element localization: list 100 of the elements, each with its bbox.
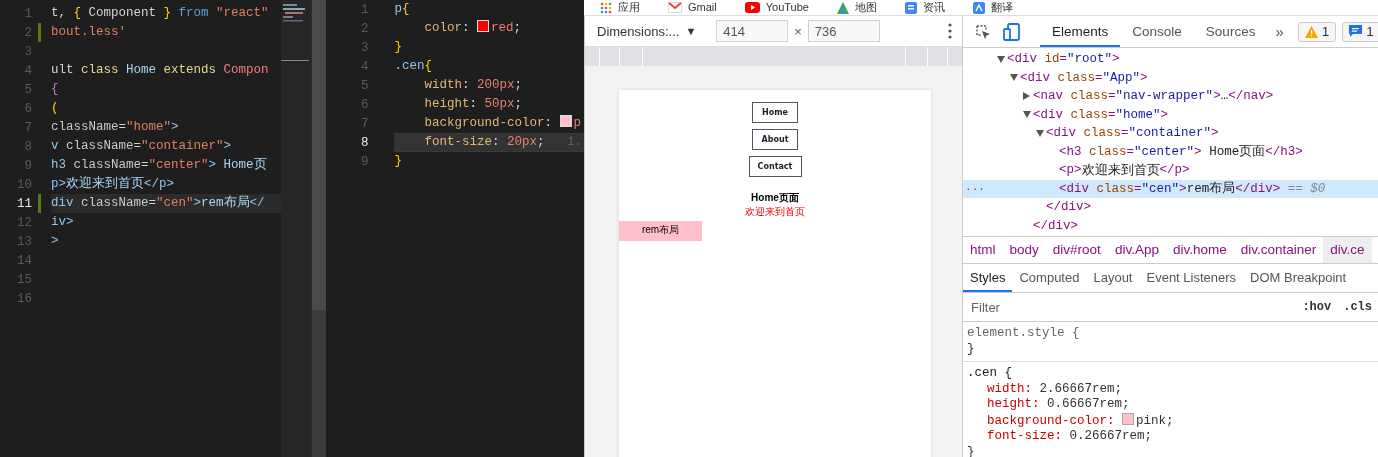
line-number: 9 [23,158,32,173]
styles-tab[interactable]: Computed [1012,264,1087,292]
breadcrumb[interactable]: html [963,237,1003,263]
code-line: t, { Component } from "react" [51,5,270,22]
message-icon [1349,25,1363,38]
inspect-icon[interactable] [975,23,992,40]
bookmark-label: 翻译 [990,1,1013,14]
panel-tab[interactable]: Console [1120,16,1194,47]
line-number: 5 [23,82,32,97]
dom-node-row[interactable]: <div class="container"> [963,124,1378,143]
line-number: 3 [23,44,32,59]
code-line: > [51,233,60,250]
nav-link[interactable]: Home [752,102,798,123]
breadcrumb[interactable]: div.App [1107,237,1166,263]
breadcrumb[interactable]: div.ce [1323,237,1372,263]
bookmark-label: Gmail [688,1,717,14]
dom-node-row[interactable]: <div class="home"> [963,105,1378,124]
line-number: 3 [359,40,369,55]
code-line: } [394,153,403,170]
dom-node-row[interactable]: <nav class="nav-wrapper">…</nav> [963,87,1378,106]
line-number: 2 [23,25,32,40]
bookmark[interactable]: Gmail [668,1,717,14]
styles-tab[interactable]: Event Listeners [1139,264,1244,292]
toggle-button[interactable]: .cls [1343,300,1372,314]
more-options-icon[interactable] [948,23,953,39]
bookmark[interactable]: 资讯 [904,1,945,14]
warning-badge[interactable]: 1 [1297,21,1337,42]
dom-node-row[interactable]: ··· <div class="cen">rem布局</div> == $0 [963,179,1378,198]
code-line: background-color: p [423,114,583,132]
dom-node-row[interactable]: <div class="App"> [963,68,1378,87]
device-preset-dropdown[interactable]: Dimensions:... [597,23,680,39]
device-toggle-icon[interactable] [1003,22,1021,41]
dom-node-row[interactable]: <p>欢迎来到首页</p> [963,161,1378,180]
dropdown-caret[interactable]: ▼ [685,25,697,37]
map-icon [836,1,849,14]
dom-node-row[interactable]: <h3 class="center"> Home页面</h3> [963,142,1378,161]
css-selector: element.style { [967,326,1081,342]
panel-tab[interactable]: Sources [1193,16,1268,47]
line-number: 5 [359,78,369,93]
collapse-triangle-icon[interactable] [1023,111,1032,119]
bookmark-label: 应用 [618,1,640,14]
times-sign: × [794,23,802,39]
code-line: bout.less' [51,24,127,41]
toggle-button[interactable]: :hov [1302,300,1332,314]
line-number: 13 [16,234,32,249]
width-field[interactable]: 414 [716,20,789,42]
expand-triangle-icon[interactable] [1023,92,1031,101]
code-line: p{ [394,1,411,18]
more-tabs-button[interactable]: » [1267,23,1292,40]
line-number: 1 [359,2,369,17]
styles-tab[interactable]: Layout [1086,264,1140,292]
bookmark[interactable]: YouTube [744,1,809,14]
styles-tab[interactable]: DOM Breakpoint [1243,264,1354,292]
breadcrumb[interactable]: div.home [1165,237,1234,263]
code-line: h3 className="center"> Home页 [51,157,268,174]
css-declaration[interactable]: font-size: 0.26667rem; [967,429,1374,445]
nav-link[interactable]: Contact [748,156,802,177]
bookmark[interactable]: 应用 [600,1,640,14]
closing-brace: } [967,444,976,457]
panel-tab[interactable]: Elements [1040,16,1121,47]
line-number: 4 [359,59,369,74]
apps-grid-icon [600,1,612,14]
dom-node-row[interactable]: </div> [963,198,1378,217]
code-line: p>欢迎来到首页</p> [51,175,176,193]
css-selector: .cen { [967,366,1014,382]
code-line: .cen{ [394,58,433,75]
breadcrumb[interactable]: div.container [1233,237,1324,263]
line-number: 15 [16,272,32,287]
css-declaration[interactable]: height: 0.66667rem; [967,397,1374,413]
code-line: { [51,81,60,98]
line-number: 2 [359,21,369,36]
dom-node-row[interactable]: <div id="root"> [963,50,1378,69]
line-number: 7 [23,120,32,135]
line-number: 16 [16,291,32,306]
nav-link[interactable]: About [752,129,798,150]
message-badge[interactable]: 1 [1342,21,1378,42]
warning-icon [1304,25,1318,38]
dom-node-row[interactable]: </div> [963,216,1378,235]
bookmark[interactable]: 翻译 [972,1,1013,14]
breadcrumb[interactable]: div#root [1045,237,1108,263]
bookmark[interactable]: 地图 [836,1,877,14]
code-line: className="home"> [51,119,180,136]
collapse-triangle-icon[interactable] [1036,129,1045,137]
code-line: } [394,39,403,56]
code-line: ult class Home extends Compon [51,62,270,79]
collapse-triangle-icon[interactable] [997,55,1006,63]
line-number: 6 [23,101,32,116]
bookmark-label: 资讯 [922,1,945,14]
height-field[interactable]: 736 [807,20,880,42]
line-number: 7 [359,116,369,131]
breadcrumb[interactable]: body [1002,237,1046,263]
collapse-triangle-icon[interactable] [1010,74,1019,82]
css-declaration[interactable]: width: 2.66667rem; [967,381,1374,397]
code-line: v className="container"> [51,138,233,155]
bookmark-label: YouTube [765,1,809,14]
css-declaration[interactable]: background-color: pink; [967,412,1374,429]
line-number: 6 [359,97,369,112]
line-number: 9 [359,154,369,169]
styles-tab[interactable]: Styles [963,264,1013,292]
scrollbar[interactable] [311,0,327,457]
